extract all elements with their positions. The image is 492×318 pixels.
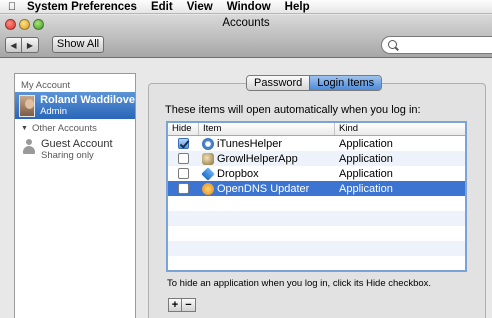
back-arrow-icon: ◀ [10,40,17,50]
item-cell: GrowlHelperApp [199,152,335,165]
tab-password[interactable]: Password [247,76,310,90]
avatar [19,94,36,117]
item-kind: Application [339,167,393,180]
menu-view[interactable]: View [180,1,220,13]
show-all-button[interactable]: Show All [52,36,104,53]
other-accounts-header[interactable]: ▼ Other Accounts [15,119,135,134]
itunes-icon [202,137,214,150]
item-kind: Application [339,152,393,165]
login-items-intro: These items will open automatically when… [165,104,421,116]
item-name: Dropbox [217,167,259,180]
table-header: Hide Item Kind [168,123,465,136]
table-body: iTunesHelper Application GrowlHelperApp App… [168,136,465,270]
hide-checkbox[interactable] [178,183,189,194]
user-name: Roland Waddilove [40,94,135,106]
sidebar-item-current-user[interactable]: Roland Waddilove Admin [15,92,135,119]
item-kind: Application [339,137,393,150]
guest-name: Guest Account [41,138,113,150]
item-cell: OpenDNS Updater [199,182,335,195]
add-login-item-button[interactable]: + [168,298,182,312]
table-row[interactable]: OpenDNS Updater Application [168,181,465,196]
menu-window[interactable]: Window [220,1,278,13]
item-kind: Application [339,182,393,195]
menu-bar:  System Preferences Edit View Window He… [0,0,492,14]
item-name: GrowlHelperApp [217,152,298,165]
user-role: Admin [40,106,67,117]
segmented-tabs: Password Login Items [246,75,383,91]
window-title: Accounts [222,17,270,29]
item-name: iTunesHelper [217,137,283,150]
guest-user-icon [23,139,35,154]
disclosure-triangle-icon: ▼ [21,125,28,132]
forward-arrow-icon: ▶ [26,40,34,50]
hide-cell [168,138,199,149]
column-header-item[interactable]: Item [199,123,335,135]
hide-cell [168,153,199,164]
back-button[interactable]: ◀ [5,37,22,53]
nav-buttons: ◀ ▶ [5,37,39,53]
table-row[interactable]: iTunesHelper Application [168,136,465,151]
search-field[interactable] [381,36,492,54]
growl-icon [202,152,214,165]
dropbox-icon [201,166,215,181]
hide-checkbox[interactable] [178,153,189,164]
remove-login-item-button[interactable]: − [182,298,196,312]
forward-button[interactable]: ▶ [22,37,39,53]
menu-help[interactable]: Help [278,1,317,13]
sidebar-item-guest[interactable]: Guest Account Sharing only [15,134,135,161]
column-header-kind[interactable]: Kind [335,123,465,135]
hide-checkbox[interactable] [178,138,189,149]
hide-hint: To hide an application when you log in, … [167,278,432,289]
empty-row [168,226,465,241]
empty-row [168,211,465,226]
hide-cell [168,168,199,179]
empty-row [168,241,465,256]
menu-system-preferences[interactable]: System Preferences [20,1,144,13]
accounts-sidebar: My Account Roland Waddilove Admin ▼ Othe… [14,73,136,318]
other-accounts-label: Other Accounts [31,123,97,134]
opendns-icon [202,182,214,195]
hide-cell [168,183,199,194]
window-toolbar: Accounts ◀ ▶ Show All [0,15,492,58]
search-icon [388,40,397,49]
login-items-table[interactable]: Hide Item Kind iTunesHelper Application Gr… [166,121,467,272]
item-cell: Dropbox [199,166,335,181]
item-name: OpenDNS Updater [217,182,310,195]
item-cell: iTunesHelper [199,137,335,150]
table-row[interactable]: GrowlHelperApp Application [168,151,465,166]
table-row[interactable]: Dropbox Application [168,166,465,181]
apple-menu-icon[interactable]:  [4,1,20,13]
empty-row [168,196,465,211]
empty-row [168,256,465,270]
tab-login-items[interactable]: Login Items [309,76,382,90]
add-remove-buttons: + − [168,298,196,312]
my-account-header: My Account [21,80,71,91]
guest-sub: Sharing only [41,150,94,161]
hide-checkbox[interactable] [178,168,189,179]
column-header-hide[interactable]: Hide [168,123,199,135]
menu-edit[interactable]: Edit [144,1,180,13]
